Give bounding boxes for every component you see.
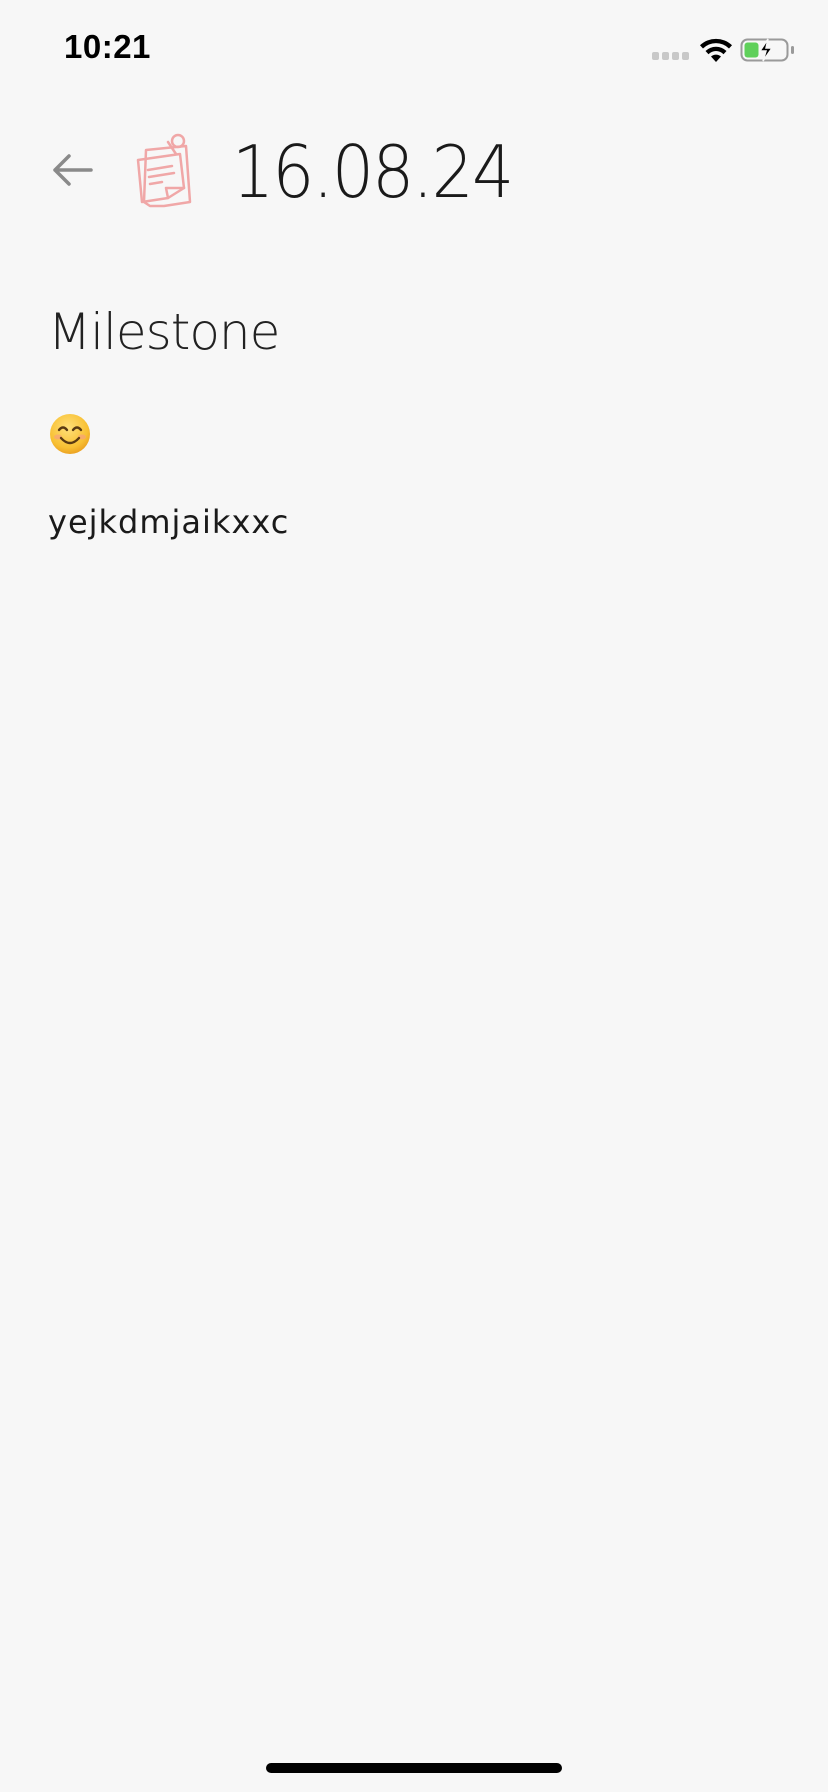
home-indicator[interactable] — [266, 1763, 562, 1773]
pinned-note-icon — [136, 133, 192, 208]
battery-charging-icon — [740, 38, 794, 62]
entry-text: yejkdmjaikxxc — [48, 503, 290, 541]
page-title: 16.08.24 — [232, 130, 514, 214]
status-bar: 10:21 — [0, 0, 828, 100]
arrow-left-icon — [53, 154, 93, 186]
back-button[interactable] — [46, 144, 98, 196]
signal-dots-icon — [652, 52, 689, 60]
smiling-face-icon — [50, 414, 90, 454]
wifi-icon — [700, 38, 732, 62]
entry-header: 16.08.24 — [0, 120, 828, 220]
entry-heading: Milestone — [48, 303, 280, 361]
status-time: 10:21 — [64, 28, 151, 65]
